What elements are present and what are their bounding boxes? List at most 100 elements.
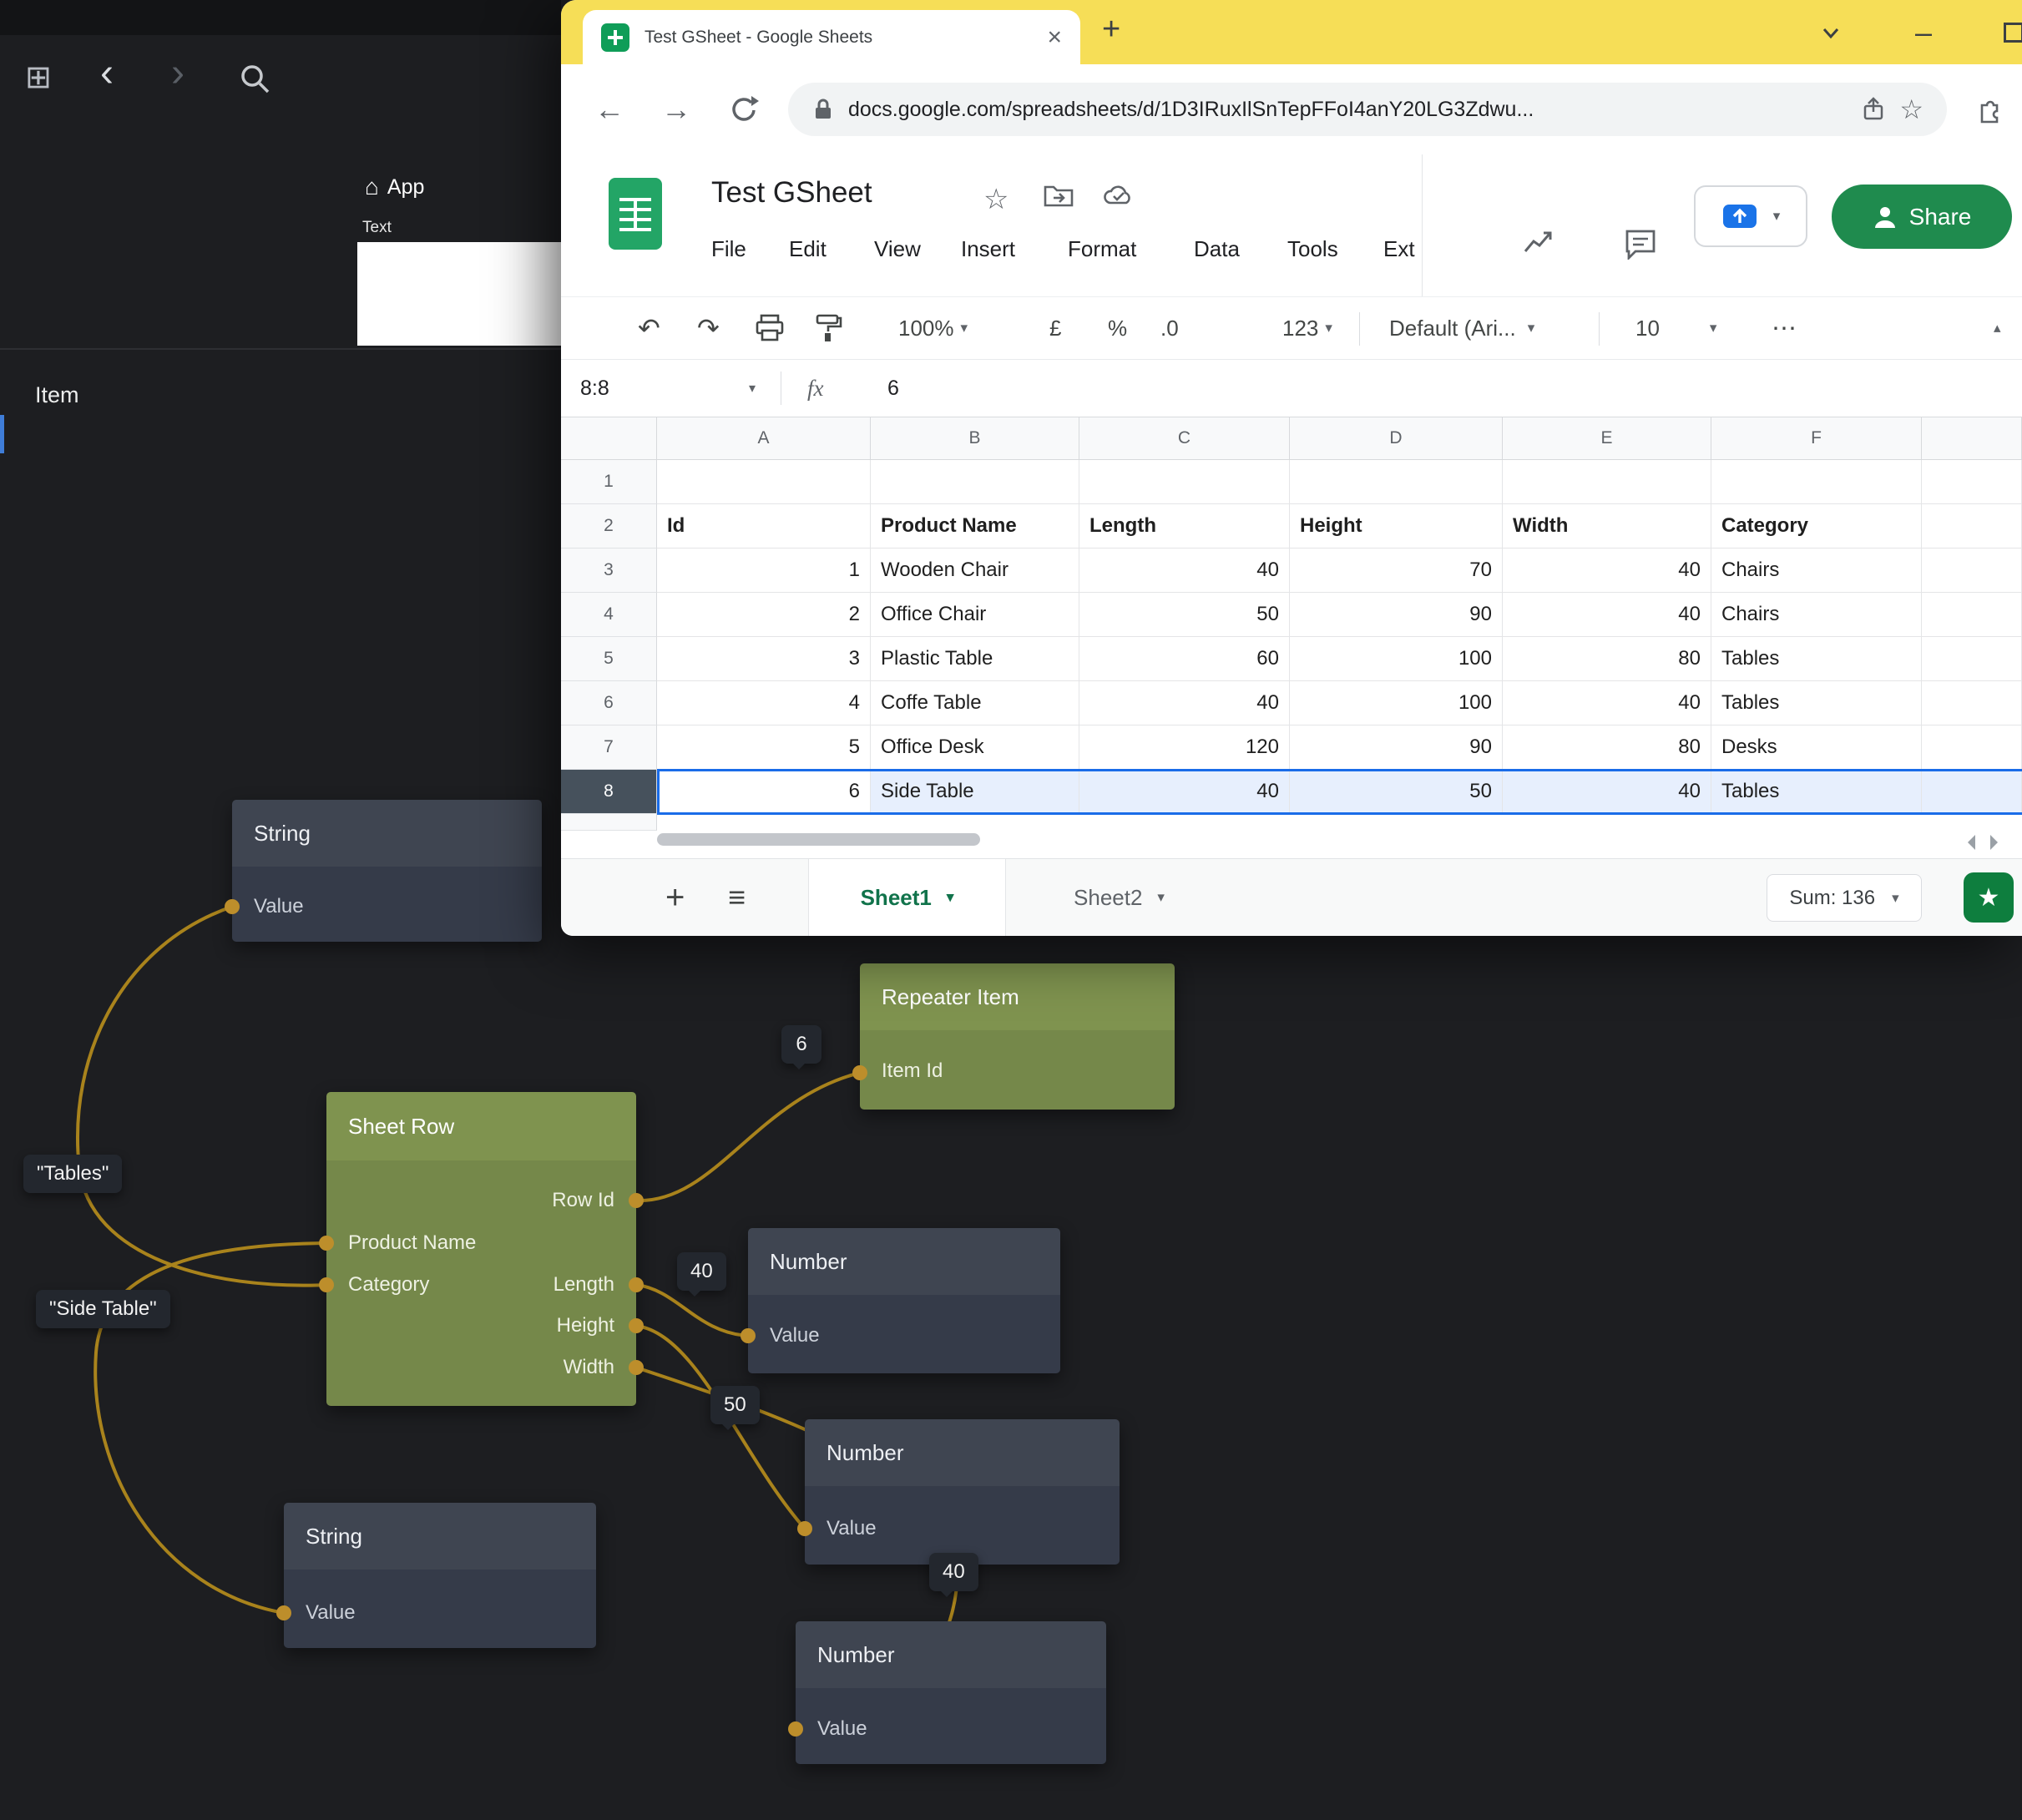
port-item-id[interactable]: Item Id	[882, 1059, 943, 1083]
cell-G3[interactable]	[1922, 549, 2022, 593]
share-page-icon[interactable]	[1861, 97, 1886, 122]
wire-string-category[interactable]	[78, 907, 326, 1286]
cell-C7[interactable]: 120	[1079, 725, 1290, 770]
port-dot-width[interactable]	[629, 1360, 644, 1375]
row-header-3[interactable]: 3	[561, 549, 657, 593]
maximize-icon[interactable]	[2004, 0, 2022, 64]
explore-button[interactable]: ★	[1964, 872, 2014, 923]
font-select[interactable]: Default (Ari...▾	[1389, 297, 1534, 359]
menu-file[interactable]: File	[711, 236, 746, 262]
cell-B8[interactable]: Side Table	[871, 770, 1079, 814]
wire-rowid-itemid[interactable]	[636, 1073, 860, 1201]
cell-C1[interactable]	[1079, 460, 1290, 504]
cell-G8[interactable]	[1922, 770, 2022, 814]
nav-back-icon[interactable]: ←	[594, 64, 624, 154]
cell-C5[interactable]: 60	[1079, 637, 1290, 681]
tab-close-icon[interactable]: ×	[1047, 23, 1062, 52]
nav-reload-icon[interactable]	[726, 64, 760, 154]
undo-icon[interactable]: ↶	[638, 297, 660, 359]
cell-A1[interactable]	[657, 460, 871, 504]
port-value[interactable]: Value	[254, 895, 304, 918]
add-sheet-icon[interactable]: +	[665, 859, 685, 936]
cell-F7[interactable]: Desks	[1711, 725, 1922, 770]
cell-A5[interactable]: 3	[657, 637, 871, 681]
cloud-status-icon[interactable]	[1102, 183, 1135, 208]
cell-E7[interactable]: 80	[1503, 725, 1711, 770]
sheet-tab-sheet2[interactable]: Sheet2▾	[1038, 859, 1201, 936]
cell-D5[interactable]: 100	[1290, 637, 1503, 681]
cell-A8[interactable]: 6	[657, 770, 871, 814]
percent-format-button[interactable]: %	[1108, 297, 1127, 359]
spreadsheet-grid[interactable]: ABCDEF 12345678 IdProduct NameLengthHeig…	[561, 417, 2022, 858]
cell-E1[interactable]	[1503, 460, 1711, 504]
row-header-8[interactable]: 8	[561, 770, 657, 814]
menu-format[interactable]: Format	[1068, 236, 1136, 262]
port-dot[interactable]	[276, 1605, 291, 1620]
cell-G1[interactable]	[1922, 460, 2022, 504]
cell-B7[interactable]: Office Desk	[871, 725, 1079, 770]
font-size-select[interactable]: 10▾	[1635, 297, 1716, 359]
horizontal-scrollbar[interactable]	[657, 833, 980, 846]
cell-E4[interactable]: 40	[1503, 593, 1711, 637]
port-dot[interactable]	[788, 1721, 803, 1737]
cell-D1[interactable]	[1290, 460, 1503, 504]
sum-badge[interactable]: Sum: 136▾	[1767, 874, 1922, 922]
bookmark-star-icon[interactable]: ☆	[1899, 94, 1923, 125]
cell-E3[interactable]: 40	[1503, 549, 1711, 593]
node-number-width[interactable]: Number Value	[796, 1621, 1106, 1764]
trend-chart-icon[interactable]	[1522, 228, 1555, 256]
cell-F5[interactable]: Tables	[1711, 637, 1922, 681]
cell-A3[interactable]: 1	[657, 549, 871, 593]
port-row-id[interactable]: Row Id	[552, 1189, 614, 1212]
cell-C3[interactable]: 40	[1079, 549, 1290, 593]
node-number-height[interactable]: Number Value	[805, 1419, 1120, 1565]
new-tab-button[interactable]: +	[1102, 12, 1120, 48]
cell-C8[interactable]: 40	[1079, 770, 1290, 814]
column-header-partial[interactable]	[1922, 417, 2022, 460]
cell-B2[interactable]: Product Name	[871, 504, 1079, 549]
browser-tab[interactable]: Test GSheet - Google Sheets ×	[583, 10, 1080, 64]
cell-A2[interactable]: Id	[657, 504, 871, 549]
menu-view[interactable]: View	[874, 236, 921, 262]
port-value[interactable]: Value	[817, 1717, 867, 1741]
cell-G5[interactable]	[1922, 637, 2022, 681]
menu-ext[interactable]: Ext	[1383, 236, 1415, 262]
document-title[interactable]: Test GSheet	[711, 176, 872, 210]
zoom-select[interactable]: 100%▾	[898, 297, 968, 359]
sheet-tab-sheet1[interactable]: Sheet1▾	[808, 859, 1006, 936]
move-folder-icon[interactable]	[1044, 183, 1074, 208]
cell-G7[interactable]	[1922, 725, 2022, 770]
redo-icon[interactable]: ↷	[697, 297, 720, 359]
currency-format-button[interactable]: £	[1049, 297, 1061, 359]
cell-F1[interactable]	[1711, 460, 1922, 504]
port-product-name[interactable]: Product Name	[348, 1231, 476, 1255]
cell-D2[interactable]: Height	[1290, 504, 1503, 549]
cell-E8[interactable]: 40	[1503, 770, 1711, 814]
cell-B5[interactable]: Plastic Table	[871, 637, 1079, 681]
port-dot[interactable]	[852, 1065, 867, 1080]
port-dot-product-name[interactable]	[319, 1236, 334, 1251]
row-header-1[interactable]: 1	[561, 460, 657, 504]
node-string-top[interactable]: String Value	[232, 800, 542, 942]
chevron-down-icon[interactable]	[1818, 0, 1843, 64]
cell-F2[interactable]: Category	[1711, 504, 1922, 549]
row-header-2[interactable]: 2	[561, 504, 657, 549]
row-header-5[interactable]: 5	[561, 637, 657, 681]
cell-F4[interactable]: Chairs	[1711, 593, 1922, 637]
port-dot-category[interactable]	[319, 1277, 334, 1292]
cell-A7[interactable]: 5	[657, 725, 871, 770]
node-string-bottom[interactable]: String Value	[284, 1503, 596, 1648]
node-repeater-item[interactable]: Repeater Item Item Id	[860, 963, 1175, 1110]
row-header-7[interactable]: 7	[561, 725, 657, 770]
column-header-C[interactable]: C	[1079, 417, 1290, 460]
comment-icon[interactable]	[1624, 228, 1657, 260]
cell-E5[interactable]: 80	[1503, 637, 1711, 681]
port-dot-length[interactable]	[629, 1277, 644, 1292]
port-value[interactable]: Value	[770, 1324, 820, 1347]
cell-C2[interactable]: Length	[1079, 504, 1290, 549]
cell-F6[interactable]: Tables	[1711, 681, 1922, 725]
cell-G2[interactable]	[1922, 504, 2022, 549]
column-header-B[interactable]: B	[871, 417, 1079, 460]
share-button[interactable]: Share	[1832, 185, 2012, 249]
print-icon[interactable]	[755, 297, 785, 359]
